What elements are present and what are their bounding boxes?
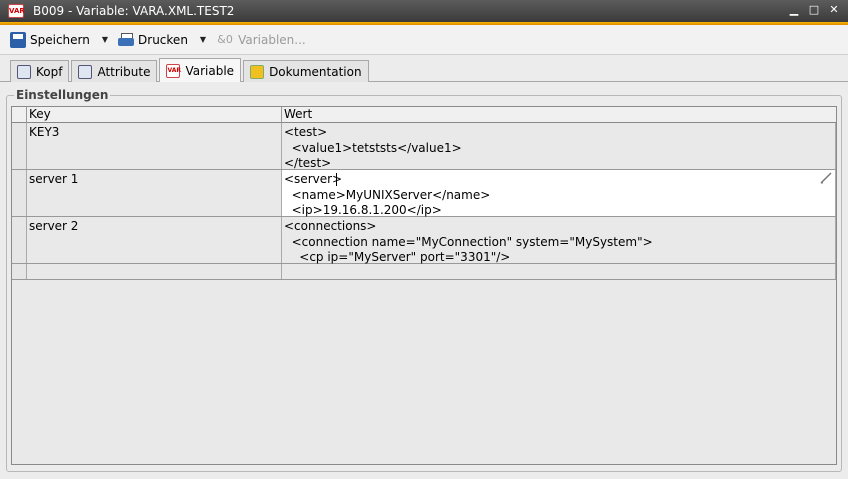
variables-label: Variablen... xyxy=(238,32,306,47)
variable-icon: VAR xyxy=(166,63,181,78)
row-selector[interactable] xyxy=(12,123,27,169)
variable-app-icon: VAR xyxy=(8,4,25,18)
pencil-icon[interactable] xyxy=(820,172,832,184)
key-cell[interactable] xyxy=(27,264,282,279)
header-icon xyxy=(17,64,31,79)
row-selector[interactable] xyxy=(12,170,27,216)
variables-button[interactable]: &0 Variablen... xyxy=(214,29,308,51)
window-title: B009 - Variable: VARA.XML.TEST2 xyxy=(33,4,235,18)
minimize-icon[interactable]: ▁ xyxy=(788,3,800,17)
tab-label: Variable xyxy=(185,63,235,78)
attributes-icon xyxy=(78,64,93,79)
close-icon[interactable]: ✕ xyxy=(828,3,840,17)
key-cell[interactable]: server 1 xyxy=(27,170,282,216)
tab-label: Attribute xyxy=(97,64,151,79)
key-cell[interactable]: KEY3 xyxy=(27,123,282,169)
value-cell-text: <server> <name>MyUNIXServer</name> <ip>1… xyxy=(284,172,491,217)
print-label: Drucken xyxy=(138,32,188,47)
key-cell[interactable]: server 2 xyxy=(27,217,282,263)
save-label: Speichern xyxy=(30,32,90,47)
row-selector[interactable] xyxy=(12,264,27,279)
tab-kopf[interactable]: Kopf xyxy=(10,60,70,82)
settings-grid: Key Wert KEY3 <test> <value1>tetststs</v… xyxy=(11,106,837,465)
table-row[interactable]: server 1 <server> <name>MyUNIXServer</na… xyxy=(12,170,836,217)
tab-variable[interactable]: VAR Variable xyxy=(159,58,242,82)
value-cell-editing[interactable]: <server> <name>MyUNIXServer</name> <ip>1… xyxy=(282,170,836,217)
tab-attribute[interactable]: Attribute xyxy=(71,60,158,82)
documentation-icon xyxy=(250,64,265,79)
settings-group-label: Einstellungen xyxy=(14,88,111,102)
row-selector[interactable] xyxy=(12,217,27,263)
column-header-value[interactable]: Wert xyxy=(282,107,836,123)
print-button[interactable]: Drucken xyxy=(116,29,190,51)
tab-label: Kopf xyxy=(36,64,63,79)
text-caret xyxy=(336,173,337,186)
value-cell[interactable]: <connections> <connection name="MyConnec… xyxy=(282,217,836,264)
save-dropdown-arrow-icon[interactable]: ▼ xyxy=(102,35,108,44)
row-selector-header xyxy=(12,107,27,123)
column-header-key[interactable]: Key xyxy=(27,107,282,123)
table-row-new[interactable] xyxy=(12,264,836,280)
maximize-icon[interactable]: □ xyxy=(808,3,820,17)
variables-icon: &0 xyxy=(217,32,233,46)
save-button[interactable]: Speichern xyxy=(8,29,92,51)
tab-bar: Kopf Attribute VAR Variable Dokumentatio… xyxy=(10,58,371,82)
title-bar: VAR B009 - Variable: VARA.XML.TEST2 ▁ □ … xyxy=(0,0,848,22)
tab-label: Dokumentation xyxy=(269,64,362,79)
floppy-disk-icon xyxy=(10,31,26,48)
table-row[interactable]: server 2 <connections> <connection name=… xyxy=(12,217,836,264)
print-dropdown-arrow-icon[interactable]: ▼ xyxy=(200,35,206,44)
table-row[interactable]: KEY3 <test> <value1>tetststs</value1> </… xyxy=(12,123,836,170)
printer-icon xyxy=(118,32,135,47)
toolbar: Speichern ▼ Drucken ▼ &0 Variablen... xyxy=(0,25,848,55)
value-cell[interactable] xyxy=(282,264,836,279)
value-cell[interactable]: <test> <value1>tetststs</value1> </test> xyxy=(282,123,836,170)
tab-dokumentation[interactable]: Dokumentation xyxy=(243,60,369,82)
